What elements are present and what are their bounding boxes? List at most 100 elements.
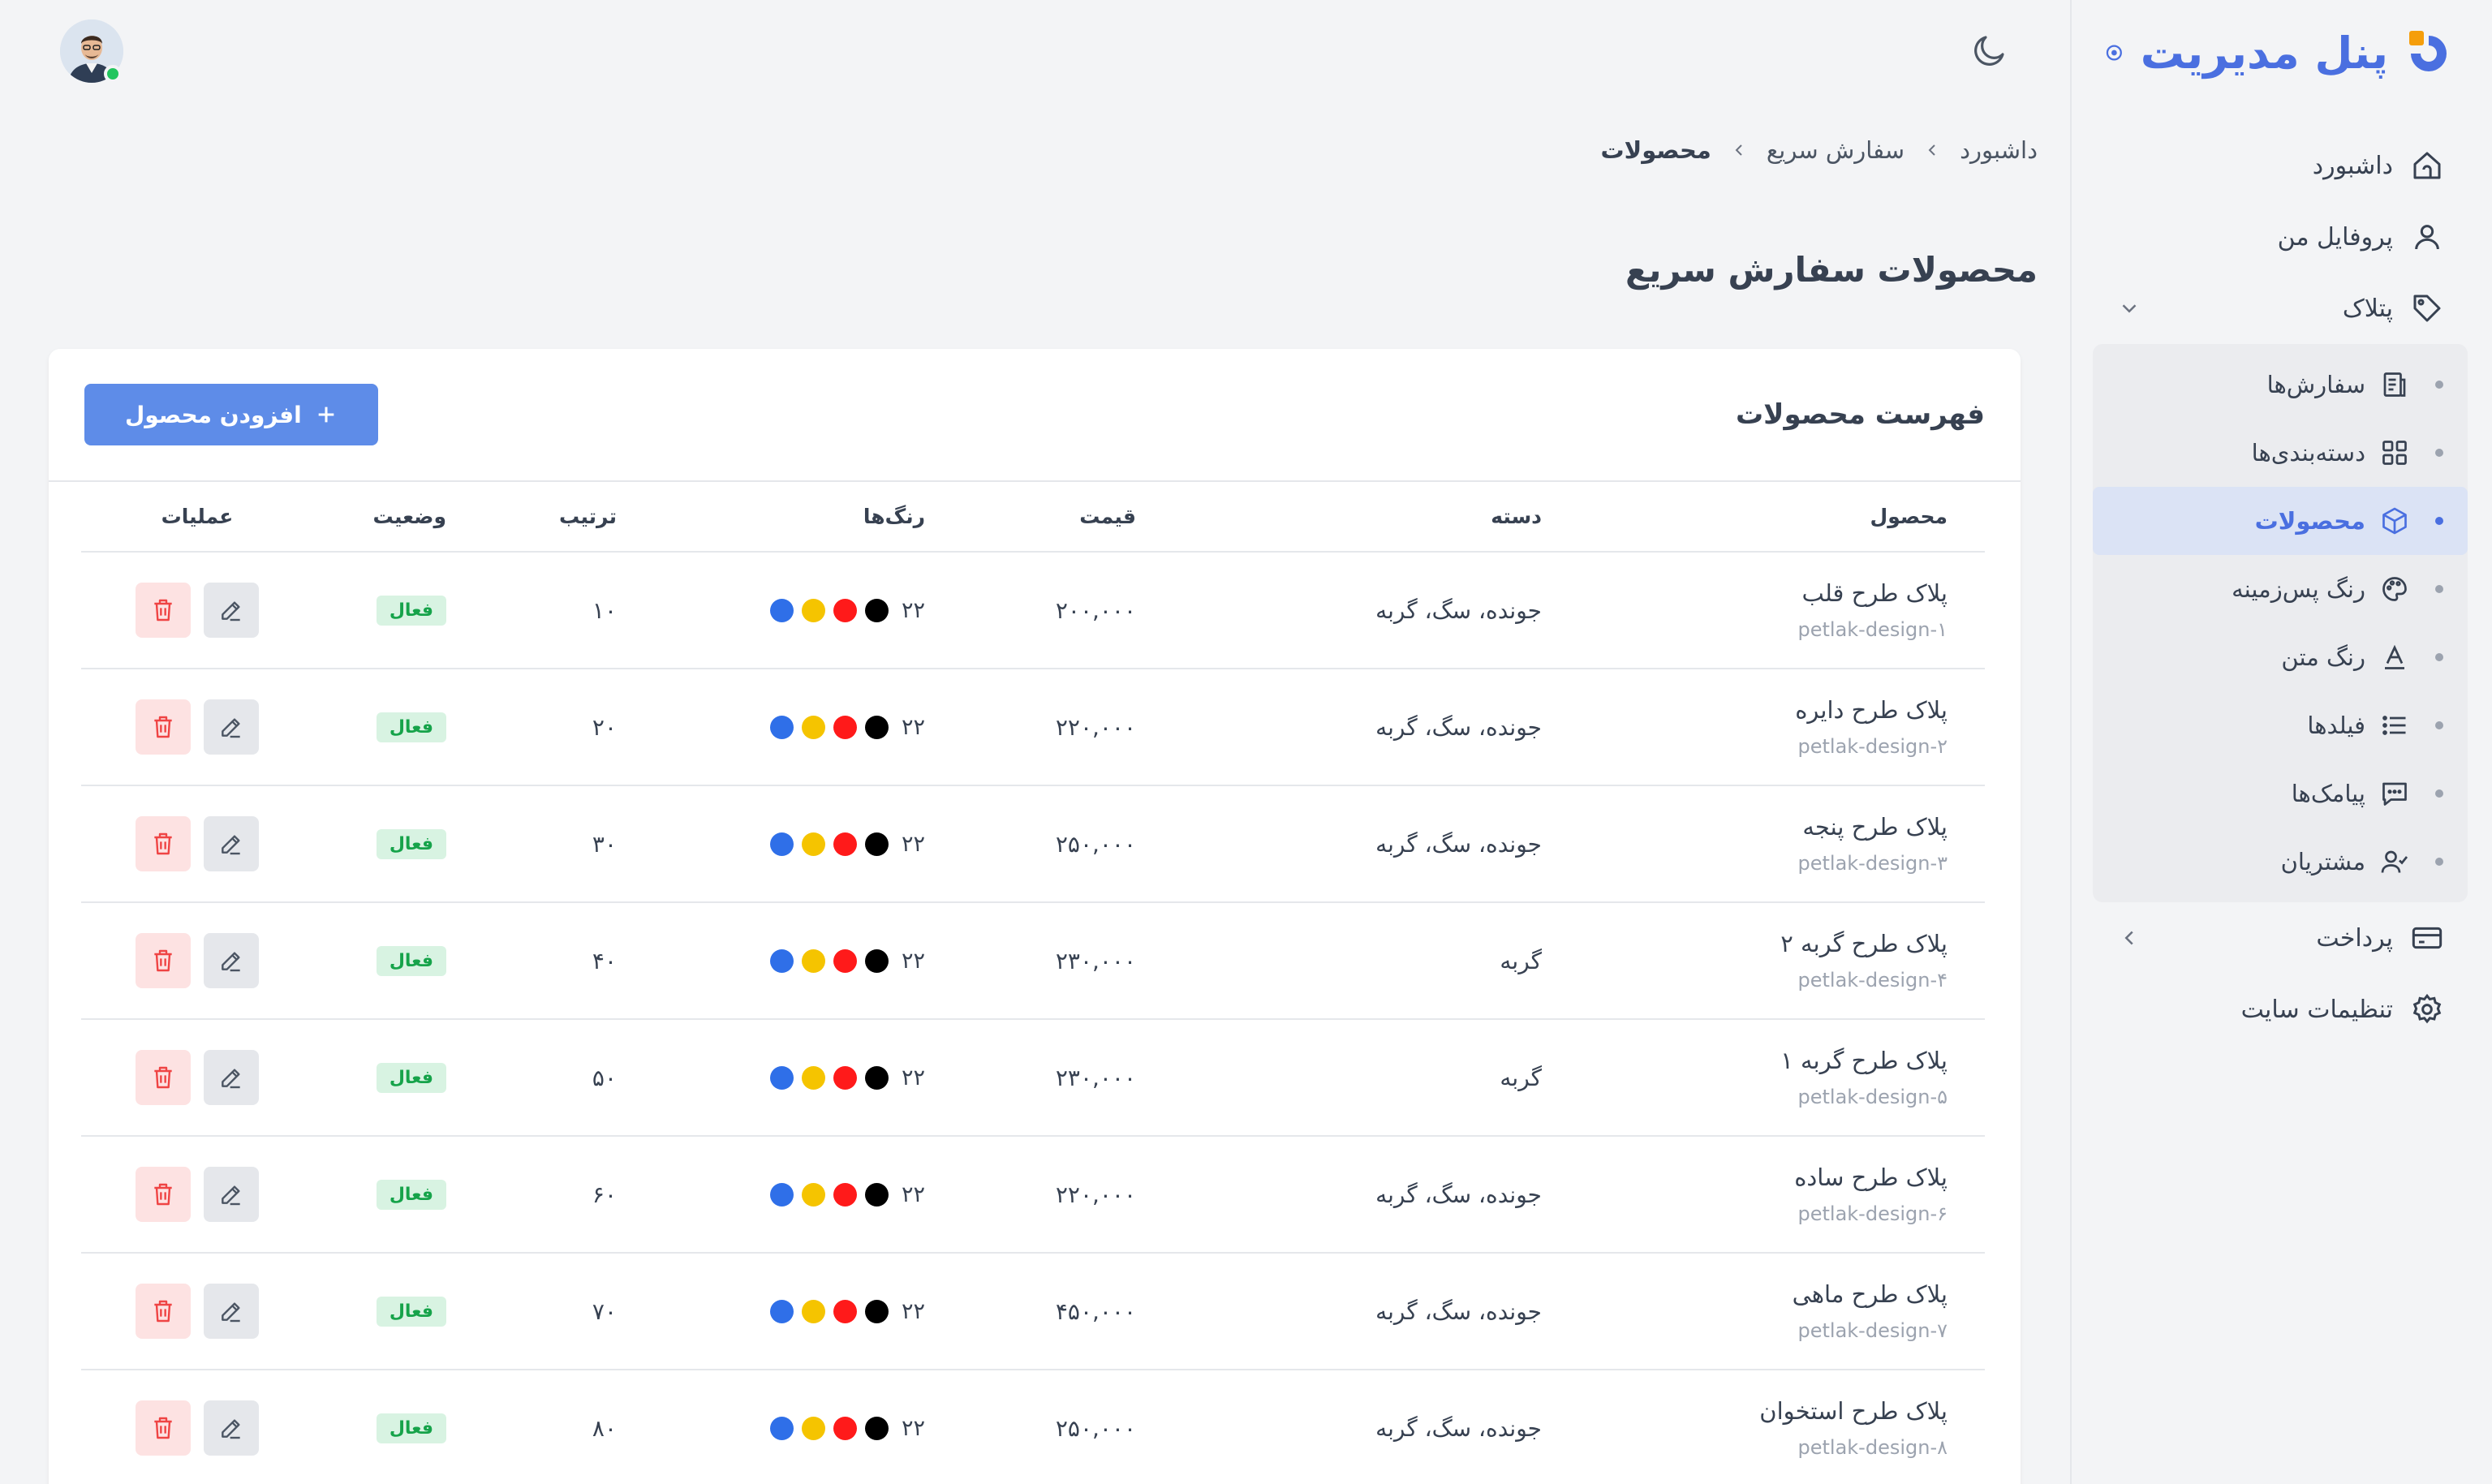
sidebar-item-payment[interactable]: پرداخت	[2093, 902, 2468, 974]
add-product-button[interactable]: افزودن محصول	[84, 384, 378, 445]
breadcrumb-home[interactable]: داشبورد	[1960, 136, 2038, 164]
colors-count: ۲۲	[901, 1065, 925, 1090]
sidebar-item-fields[interactable]: فیلدها	[2093, 691, 2468, 759]
colors-count: ۲۲	[901, 948, 925, 974]
sidebar-toggle-icon[interactable]	[2104, 35, 2124, 71]
column-header-price[interactable]: قیمت	[962, 482, 1173, 553]
color-swatch	[833, 1065, 857, 1090]
cell-product: پلاک طرح دایره petlak-design-۲	[1579, 669, 1985, 786]
color-swatch	[801, 1065, 825, 1090]
edit-button[interactable]	[204, 816, 259, 871]
cell-operations	[81, 1019, 313, 1137]
product-name[interactable]: پلاک طرح ساده	[1616, 1164, 1948, 1191]
edit-button[interactable]	[204, 1050, 259, 1105]
product-name[interactable]: پلاک طرح ماهی	[1616, 1280, 1948, 1308]
row-actions	[118, 699, 276, 755]
status-badge: فعال	[376, 712, 446, 742]
cell-status: فعال	[313, 1253, 484, 1370]
cell-product: پلاک طرح ساده petlak-design-۶	[1579, 1136, 1985, 1254]
edit-button[interactable]	[204, 583, 259, 638]
cell-product: پلاک طرح استخوان petlak-design-۸	[1579, 1370, 1985, 1484]
pencil-icon	[222, 1302, 240, 1323]
list-icon	[2380, 711, 2409, 740]
product-slug: petlak-design-۱	[1797, 618, 1948, 641]
cell-colors: ۲۲	[654, 669, 962, 786]
delete-button[interactable]	[136, 816, 191, 871]
trash-icon	[154, 949, 172, 972]
edit-button[interactable]	[204, 1400, 259, 1456]
color-swatch	[833, 598, 857, 622]
delete-button[interactable]	[136, 933, 191, 988]
color-swatches: ۲۲	[691, 948, 925, 974]
delete-button[interactable]	[136, 583, 191, 638]
bullet-dot	[2435, 653, 2443, 661]
sidebar-item-label: داشبورد	[2312, 151, 2393, 180]
color-swatch	[801, 832, 825, 856]
cell-status: فعال	[313, 1370, 484, 1484]
edit-button[interactable]	[204, 933, 259, 988]
orders-icon	[2380, 370, 2409, 399]
column-header-colors[interactable]: رنگ‌ها	[654, 482, 962, 553]
column-header-product[interactable]: محصول	[1579, 482, 1985, 553]
color-swatches: ۲۲	[691, 832, 925, 857]
color-swatch	[769, 715, 794, 739]
gear-icon	[2411, 993, 2443, 1026]
delete-button[interactable]	[136, 1284, 191, 1339]
delete-button[interactable]	[136, 699, 191, 755]
sidebar-item-categories[interactable]: دسته‌بندی‌ها	[2093, 419, 2468, 487]
sidebar-item-label: رنگ متن	[2281, 643, 2365, 671]
table-row: پلاک طرح ساده petlak-design-۶ جونده، سگ،…	[81, 1136, 1985, 1254]
breadcrumb-current: محصولات	[1600, 136, 1711, 164]
color-swatch	[833, 1416, 857, 1440]
sidebar-item-bg-color[interactable]: رنگ پس‌زمینه	[2093, 555, 2468, 623]
edit-button[interactable]	[204, 699, 259, 755]
delete-button[interactable]	[136, 1400, 191, 1456]
table-body: پلاک طرح قلب petlak-design-۱ جونده، سگ، …	[81, 552, 1985, 1484]
cell-colors: ۲۲	[654, 1019, 962, 1137]
sidebar: پنل مدیریت داشبورد پروفایل من پتلاک سفار…	[2070, 0, 2492, 1484]
edit-button[interactable]	[204, 1284, 259, 1339]
trash-icon	[154, 716, 172, 738]
sidebar-item-site-settings[interactable]: تنظیمات سایت	[2093, 974, 2468, 1045]
cell-status: فعال	[313, 1136, 484, 1254]
color-swatch	[864, 948, 889, 973]
cell-order: ۱۰	[484, 552, 654, 669]
column-header-status[interactable]: وضعیت	[313, 482, 484, 553]
product-name[interactable]: پلاک طرح گربه ۲	[1616, 930, 1948, 957]
sidebar-item-label: مشتریان	[2280, 848, 2365, 875]
column-header-category[interactable]: دسته	[1173, 482, 1579, 553]
sidebar-item-label: پروفایل من	[2277, 222, 2393, 252]
product-name[interactable]: پلاک طرح گربه ۱	[1616, 1047, 1948, 1074]
cell-status: فعال	[313, 669, 484, 786]
pencil-icon	[222, 718, 240, 738]
product-name[interactable]: پلاک طرح پنجه	[1616, 813, 1948, 841]
delete-button[interactable]	[136, 1167, 191, 1222]
product-name[interactable]: پلاک طرح قلب	[1616, 579, 1948, 607]
brand-logo-icon[interactable]	[2404, 29, 2451, 76]
row-actions	[118, 1050, 276, 1105]
sidebar-item-profile[interactable]: پروفایل من	[2093, 201, 2468, 273]
colors-count: ۲۲	[901, 1415, 925, 1441]
bullet-dot	[2435, 585, 2443, 593]
product-name[interactable]: پلاک طرح دایره	[1616, 696, 1948, 724]
delete-button[interactable]	[136, 1050, 191, 1105]
sidebar-item-petlak[interactable]: پتلاک	[2093, 273, 2468, 344]
sidebar-item-products[interactable]: محصولات	[2093, 487, 2468, 555]
add-product-label: افزودن محصول	[125, 401, 302, 428]
sidebar-item-sms[interactable]: پیامک‌ها	[2093, 759, 2468, 828]
sidebar-item-text-color[interactable]: رنگ متن	[2093, 623, 2468, 691]
product-slug: petlak-design-۲	[1797, 735, 1948, 758]
cell-colors: ۲۲	[654, 1370, 962, 1484]
breadcrumb-section[interactable]: سفارش سریع	[1767, 136, 1905, 164]
sidebar-item-dashboard[interactable]: داشبورد	[2093, 130, 2468, 201]
product-name[interactable]: پلاک طرح استخوان	[1616, 1397, 1948, 1425]
color-swatch	[801, 1416, 825, 1440]
sidebar-item-orders[interactable]: سفارش‌ها	[2093, 351, 2468, 419]
tag-icon	[2411, 292, 2443, 325]
column-header-order[interactable]: ترتیب	[484, 482, 654, 553]
breadcrumb: داشبورد سفارش سریع محصولات	[1600, 136, 2038, 164]
dark-mode-toggle-icon[interactable]	[1970, 31, 2009, 70]
sidebar-item-label: پتلاک	[2342, 294, 2393, 323]
edit-button[interactable]	[204, 1167, 259, 1222]
sidebar-item-customers[interactable]: مشتریان	[2093, 828, 2468, 896]
